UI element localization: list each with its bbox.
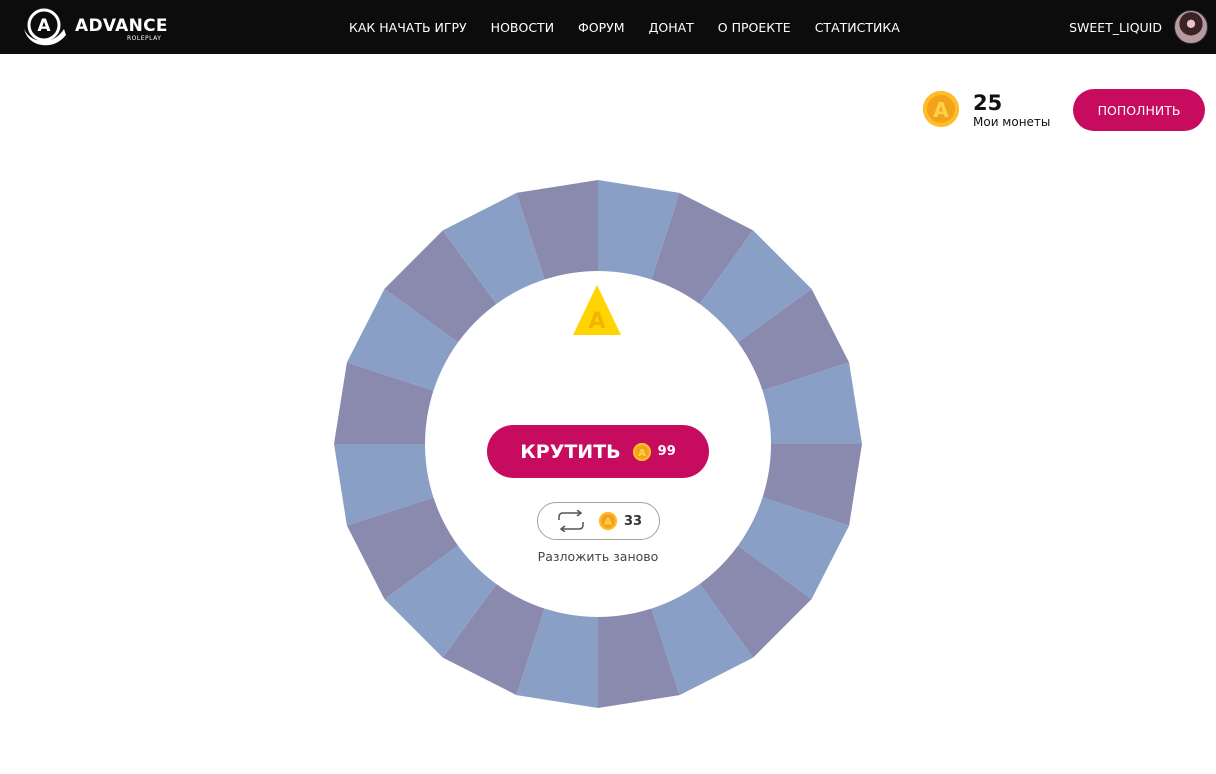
user-menu[interactable]: SWEET_LIQUID: [1069, 0, 1208, 54]
reshuffle-label: Разложить заново: [537, 549, 659, 564]
nav-news[interactable]: НОВОСТИ: [491, 20, 554, 35]
main-nav: КАК НАЧАТЬ ИГРУ НОВОСТИ ФОРУМ ДОНАТ О ПР…: [349, 0, 924, 54]
svg-text:A: A: [604, 517, 612, 528]
balance-label: Мои монеты: [973, 115, 1051, 129]
reshuffle-price: 33: [623, 513, 643, 529]
top-navigation-bar: A ADVANCE ROLEPLAY КАК НАЧАТЬ ИГРУ НОВОС…: [0, 0, 1216, 54]
coin-balance: A 25 Мои монеты: [923, 91, 1073, 131]
topup-button[interactable]: ПОПОЛНИТЬ: [1073, 89, 1205, 131]
spin-button[interactable]: КРУТИТЬ A 99: [487, 425, 709, 478]
user-avatar[interactable]: [1174, 10, 1208, 44]
balance-amount: 25: [973, 91, 1003, 115]
refresh-icon: [558, 510, 584, 532]
svg-text:A: A: [588, 309, 605, 334]
logo-subtitle: ROLEPLAY: [127, 35, 162, 42]
nav-forum[interactable]: ФОРУМ: [578, 20, 625, 35]
pointer-triangle-icon: A: [573, 285, 621, 335]
svg-text:A: A: [933, 98, 949, 122]
logo-title: ADVANCE: [75, 16, 168, 36]
nav-donate[interactable]: ДОНАТ: [649, 20, 694, 35]
nav-statistics[interactable]: СТАТИСТИКА: [815, 20, 900, 35]
reshuffle-button[interactable]: A 33: [537, 502, 660, 540]
coin-icon: A: [598, 512, 617, 530]
coin-icon: A: [632, 442, 651, 461]
svg-text:A: A: [37, 16, 51, 36]
advance-logo-icon: A: [24, 8, 66, 46]
site-logo[interactable]: A ADVANCE ROLEPLAY: [20, 7, 170, 47]
svg-text:A: A: [638, 448, 646, 459]
coin-icon: A: [923, 91, 959, 127]
nav-how-to-start[interactable]: КАК НАЧАТЬ ИГРУ: [349, 20, 467, 35]
spin-price: 99: [657, 444, 676, 459]
spin-label: КРУТИТЬ: [520, 440, 621, 463]
nav-about[interactable]: О ПРОЕКТЕ: [718, 20, 791, 35]
username[interactable]: SWEET_LIQUID: [1069, 20, 1162, 35]
